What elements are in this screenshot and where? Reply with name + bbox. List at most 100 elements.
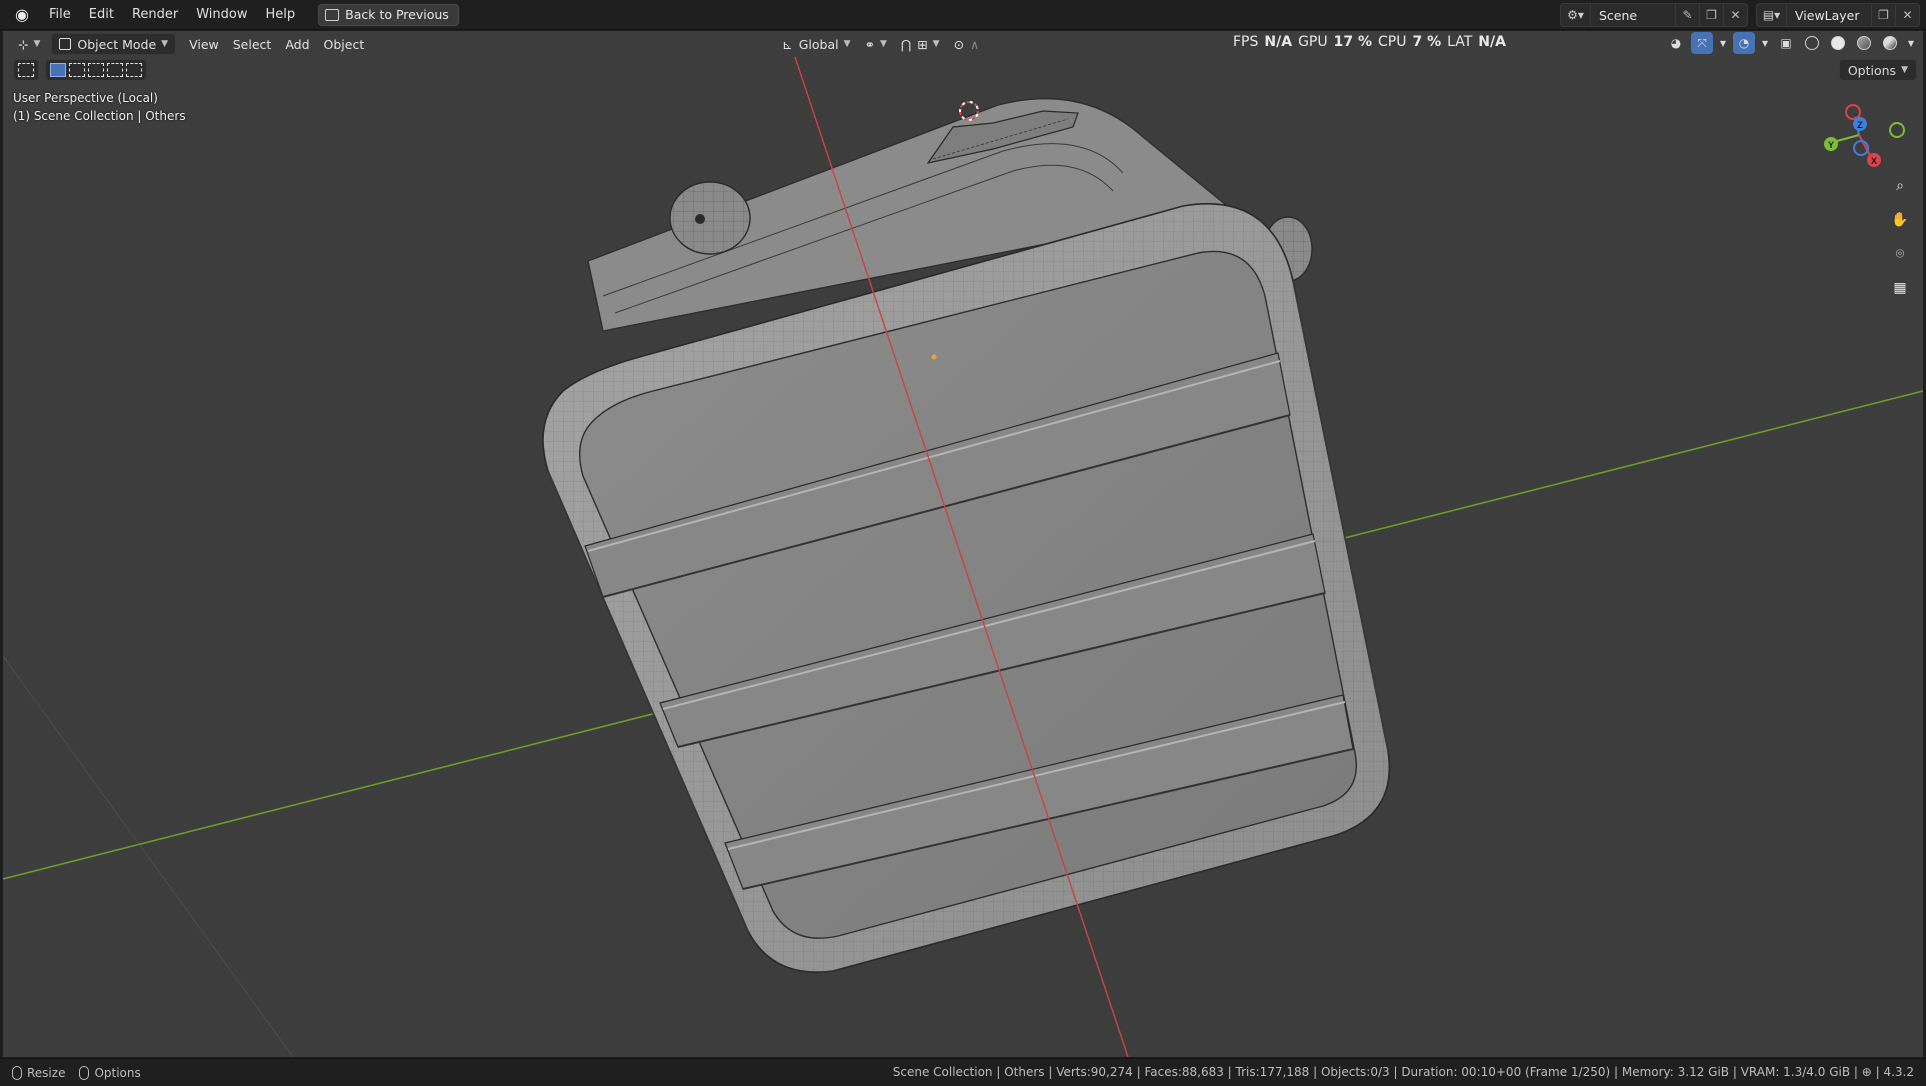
viewport-scene[interactable]: [3, 31, 1923, 1057]
gizmo-z-label: Z: [1857, 120, 1863, 130]
gizmo-neg-x[interactable]: [1845, 104, 1861, 120]
new-scene-icon[interactable]: ❐: [1699, 4, 1723, 26]
proportional-edit-button[interactable]: ⊙ ∧: [947, 33, 987, 55]
gpu-label: GPU: [1298, 34, 1328, 50]
menu-window[interactable]: Window: [187, 3, 256, 27]
floor-grid-line: [3, 655, 294, 1057]
object-mode-icon: [59, 38, 72, 50]
transform-orientation-dropdown[interactable]: ⊾ Global ▼: [775, 33, 857, 55]
set-new-selection-icon[interactable]: [50, 63, 66, 77]
editor-type-button[interactable]: ⊹ ▼: [11, 33, 47, 55]
xray-toggle-icon[interactable]: ▣: [1775, 32, 1797, 54]
status-bar: Resize Options Scene Collection | Others…: [0, 1058, 1926, 1086]
screen-icon: [325, 8, 340, 21]
menu-view[interactable]: View: [182, 33, 226, 55]
chevron-down-icon: ▼: [161, 39, 169, 49]
navigation-gizmo[interactable]: Z Y X: [1817, 91, 1907, 181]
back-to-previous-button[interactable]: Back to Previous: [318, 3, 459, 26]
viewlayer-icon[interactable]: ▤▾: [1757, 4, 1787, 26]
scene-name-field[interactable]: Scene: [1591, 8, 1675, 23]
rendered-shading-icon[interactable]: [1879, 32, 1901, 54]
mode-label: Object Mode: [77, 36, 157, 52]
top-right-fields: ⚙▾ Scene ✎ ❐ ✕ ▤▾ ViewLayer ❐ ✕: [1560, 3, 1920, 27]
solid-shading-icon[interactable]: [1827, 32, 1849, 54]
subtract-selection-icon[interactable]: [88, 63, 104, 77]
snap-target-icon: ⊞: [917, 36, 928, 52]
lat-value: N/A: [1478, 34, 1506, 50]
chevron-down-icon[interactable]: ▾: [1717, 32, 1729, 54]
menu-select[interactable]: Select: [226, 33, 279, 55]
viewlayer-name-field[interactable]: ViewLayer: [1787, 8, 1871, 23]
menu-add[interactable]: Add: [278, 33, 316, 55]
left-knob: [669, 181, 751, 255]
select-box-icon: [18, 63, 34, 77]
camera-view-icon[interactable]: ⌾: [1887, 241, 1913, 267]
delete-viewlayer-icon[interactable]: ✕: [1895, 4, 1919, 26]
chevron-down-icon: ▼: [1901, 65, 1908, 75]
overlays-toggle-icon[interactable]: ◔: [1733, 32, 1755, 54]
material-shading-icon[interactable]: [1853, 32, 1875, 54]
zoom-icon[interactable]: ⌕: [1887, 173, 1913, 199]
chevron-down-icon[interactable]: ▾: [1759, 32, 1771, 54]
lat-label: LAT: [1447, 34, 1473, 50]
active-collection: (1) Scene Collection | Others: [13, 109, 186, 123]
viewlayer-selector[interactable]: ▤▾ ViewLayer ❐ ✕: [1756, 3, 1920, 27]
object-origin-dot: [931, 354, 937, 360]
cpu-value: 7 %: [1412, 34, 1442, 50]
invert-selection-icon[interactable]: [107, 63, 123, 77]
pivot-icon: ⚭: [864, 36, 875, 52]
scene-statistics: Scene Collection | Others | Verts:90,274…: [892, 1065, 1914, 1079]
cpu-label: CPU: [1378, 34, 1407, 50]
mouse-icon: [79, 1065, 90, 1080]
gizmo-toggle-icon[interactable]: ⤧: [1691, 32, 1713, 54]
scene-selector[interactable]: ⚙▾ Scene ✎ ❐ ✕: [1560, 3, 1748, 27]
scene-icon[interactable]: ⚙▾: [1561, 4, 1591, 26]
snap-button[interactable]: ⋂ ⊞ ▼: [894, 33, 947, 55]
navigation-tools: ⌕ ✋ ⌾ ▦: [1887, 173, 1913, 301]
pivot-point-button[interactable]: ⚭ ▼: [858, 33, 894, 55]
orthographic-toggle-icon[interactable]: ▦: [1887, 275, 1913, 301]
menu-object[interactable]: Object: [317, 33, 372, 55]
options-label: Options: [1847, 62, 1897, 78]
orientation-label: Global: [798, 36, 839, 52]
viewport-header: ⊹ ▼ Object Mode ▼ View Select Add Object …: [3, 31, 1923, 57]
fps-value: N/A: [1264, 34, 1293, 50]
viewport-display-tools: ◕ ⤧ ▾ ◔ ▾ ▣ ▾: [1665, 32, 1917, 54]
orientation-icon: ⊾: [782, 36, 793, 52]
menu-file[interactable]: File: [40, 3, 80, 27]
options-dropdown[interactable]: Options ▼: [1838, 59, 1917, 81]
select-tool-button[interactable]: [13, 59, 39, 81]
tool-row: [13, 59, 147, 81]
selection-mode-group: [45, 59, 147, 81]
menu-help[interactable]: Help: [257, 3, 305, 27]
performance-stats: FPS N/A GPU 17 % CPU 7 % LAT N/A: [1233, 34, 1506, 50]
gizmo-x-label: X: [1871, 156, 1877, 166]
blender-logo-icon[interactable]: ◉: [8, 3, 36, 27]
gizmo-neg-y[interactable]: [1889, 122, 1905, 138]
pin-icon[interactable]: ✎: [1675, 4, 1699, 26]
mode-dropdown[interactable]: Object Mode ▼: [51, 33, 177, 55]
3d-viewport[interactable]: ⊹ ▼ Object Mode ▼ View Select Add Object …: [3, 31, 1923, 1057]
pan-hand-icon[interactable]: ✋: [1887, 207, 1913, 233]
menu-render[interactable]: Render: [123, 3, 187, 27]
delete-scene-icon[interactable]: ✕: [1723, 4, 1747, 26]
new-viewlayer-icon[interactable]: ❐: [1871, 4, 1895, 26]
viewport-info-text: User Perspective (Local) (1) Scene Colle…: [13, 89, 186, 125]
chevron-down-icon[interactable]: ▾: [1905, 32, 1917, 54]
intersect-selection-icon[interactable]: [126, 63, 142, 77]
chevron-down-icon: ▼: [843, 39, 851, 49]
status-keymap-hints: Resize Options: [12, 1065, 141, 1080]
gpu-value: 17 %: [1333, 34, 1372, 50]
top-menubar: ◉ File Edit Render Window Help Back to P…: [0, 0, 1926, 30]
menu-edit[interactable]: Edit: [80, 3, 123, 27]
gizmo-y-label: Y: [1828, 140, 1834, 150]
back-to-previous-label: Back to Previous: [345, 7, 449, 22]
resize-hint: Resize: [12, 1065, 65, 1080]
magnet-icon: ⋂: [900, 36, 912, 52]
visibility-icon[interactable]: ◕: [1665, 32, 1687, 54]
mouse-icon: [12, 1065, 22, 1080]
extend-selection-icon[interactable]: [69, 63, 85, 77]
view-name: User Perspective (Local): [13, 91, 158, 105]
editor-type-icon: ⊹: [18, 36, 29, 52]
wireframe-shading-icon[interactable]: [1801, 32, 1823, 54]
